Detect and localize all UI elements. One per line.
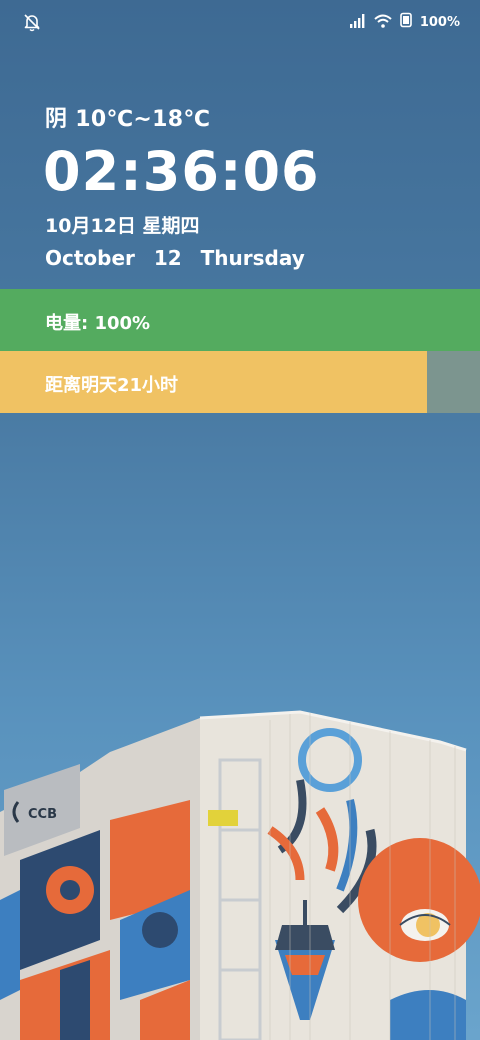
battery-percent: 100% bbox=[419, 14, 460, 30]
countdown-label: 距离明天21小时 bbox=[45, 375, 179, 396]
status-icons: 100% bbox=[349, 12, 460, 32]
date-chinese: 10月12日 星期四 bbox=[45, 215, 200, 237]
battery-bar: 电量: 100% bbox=[0, 289, 480, 351]
date-english: October 12 Thursday bbox=[45, 246, 305, 270]
status-bar: 100% bbox=[0, 0, 480, 44]
signal-icon bbox=[349, 13, 366, 32]
sign-text: CCB bbox=[28, 807, 57, 822]
weather-text: 阴 10℃~18℃ bbox=[45, 107, 211, 132]
wallpaper-building: CCB bbox=[0, 700, 480, 1040]
wifi-icon bbox=[374, 13, 392, 32]
battery-bar-label: 电量: 100% bbox=[45, 313, 151, 334]
battery-icon bbox=[400, 12, 412, 32]
countdown-bar: 距离明天21小时 bbox=[0, 351, 480, 413]
clock-time: 02:36:06 bbox=[43, 140, 320, 203]
bell-muted-icon bbox=[22, 12, 42, 32]
